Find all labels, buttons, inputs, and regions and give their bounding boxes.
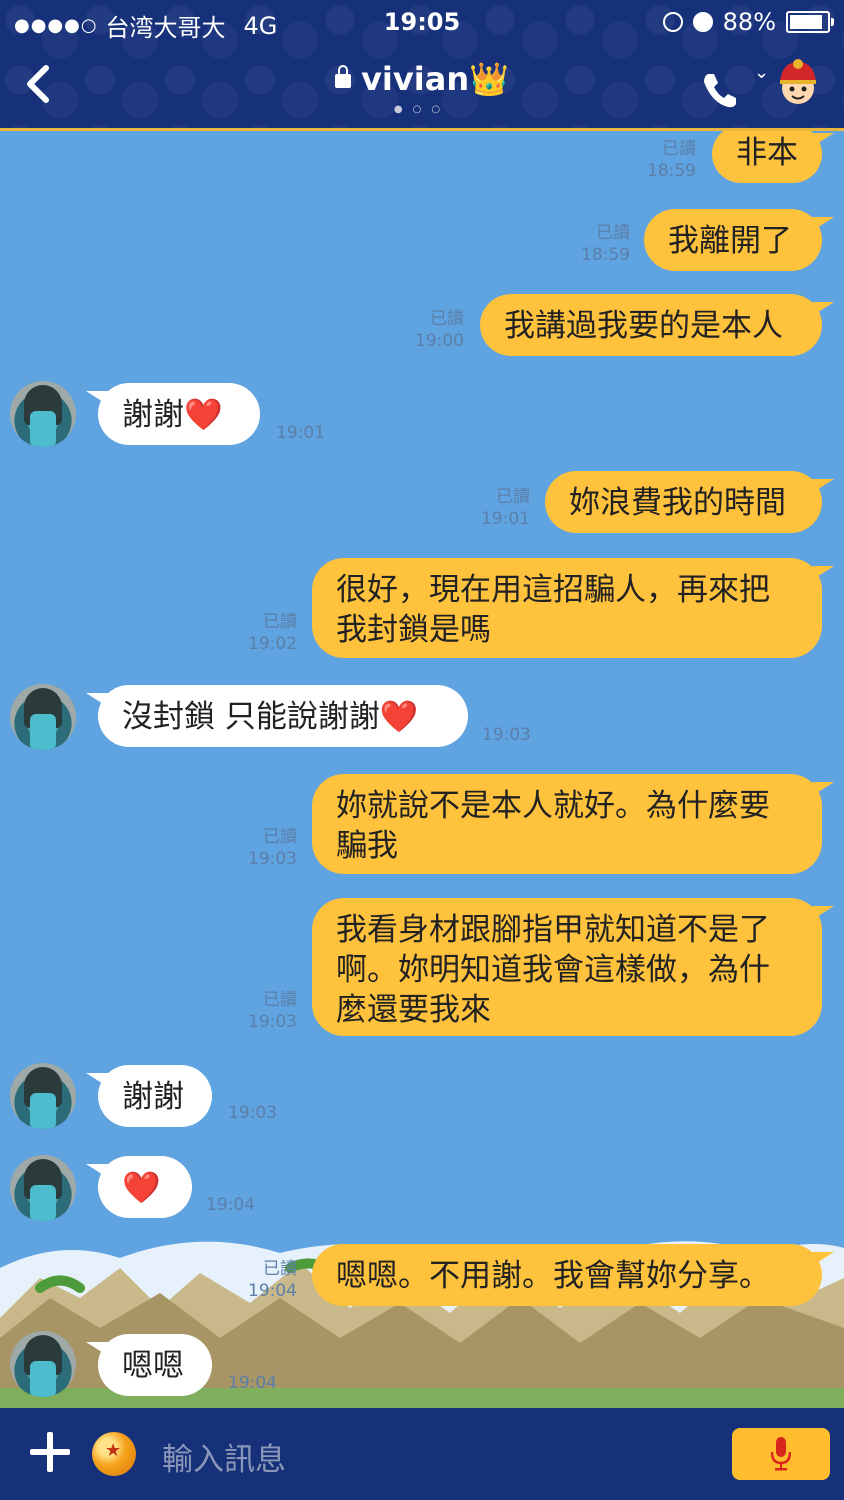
plus-icon[interactable] [30, 1432, 70, 1472]
message-time: 18:59 [581, 245, 630, 265]
message-time: 19:03 [482, 725, 531, 745]
chat-header: ●●●●○ 台湾大哥大 4G 19:05 88% vivian👑 ●○○ ⌄ [0, 0, 844, 131]
message-input-bar: 輸入訊息 [0, 1408, 844, 1500]
message-input[interactable]: 輸入訊息 [162, 1434, 286, 1479]
read-receipt: 已讀 [263, 827, 297, 847]
status-right: 88% [662, 8, 834, 36]
message-bubble[interactable]: 我離開了 [644, 209, 834, 271]
battery-percent: 88% [722, 8, 776, 36]
alarm-icon [692, 12, 713, 32]
message-time: 19:03 [228, 1103, 277, 1123]
message-bubble[interactable]: 很好，現在用這招騙人，再來把 我封鎖是嗎 [312, 558, 834, 658]
message-meta: 已讀 19:00 [394, 308, 464, 352]
chevron-down-icon[interactable]: ⌄ [754, 62, 769, 83]
message-bubble[interactable]: 妳浪費我的時間 [545, 471, 834, 533]
read-receipt: 已讀 [430, 309, 464, 329]
contact-avatar[interactable] [10, 1063, 76, 1129]
message-bubble[interactable]: 我看身材跟腳指甲就知道不是了 啊。妳明知道我會這樣做，為什 麼還要我來 [312, 898, 834, 1036]
read-receipt: 已讀 [496, 487, 530, 507]
message-bubble[interactable]: 沒封鎖 只能說謝謝❤️ [86, 685, 468, 747]
contact-avatar[interactable] [10, 1155, 76, 1221]
chat-area[interactable]: 已讀 18:59 非本 已讀 18:59 我離開了 已讀 19:00 我講過我要… [0, 131, 844, 1408]
message-bubble[interactable]: 嗯嗯。不用謝。我會幫妳分享。 [312, 1244, 834, 1306]
message-bubble[interactable]: 我講過我要的是本人 [480, 294, 834, 356]
message-time: 19:01 [481, 509, 530, 529]
message-meta: 已讀 18:59 [626, 138, 696, 182]
message-meta: 已讀 19:02 [227, 611, 297, 655]
read-receipt: 已讀 [263, 990, 297, 1010]
message-meta: 已讀 19:03 [227, 989, 297, 1033]
contact-name: vivian👑 [361, 60, 509, 98]
message-time: 19:04 [228, 1373, 277, 1393]
read-receipt: 已讀 [263, 612, 297, 632]
message-time: 18:59 [647, 161, 696, 181]
message-time: 19:03 [248, 849, 297, 869]
message-bubble[interactable]: 妳就說不是本人就好。為什麼要 騙我 [312, 774, 834, 874]
contact-avatar[interactable] [10, 1331, 76, 1397]
voice-message-button[interactable] [732, 1428, 830, 1480]
message-bubble[interactable]: 嗯嗯 [86, 1334, 212, 1396]
message-meta: 已讀 18:59 [560, 222, 630, 266]
message-time: 19:04 [206, 1195, 255, 1215]
status-bar: ●●●●○ 台湾大哥大 4G 19:05 88% [0, 0, 844, 44]
message-meta: 已讀 19:04 [227, 1258, 297, 1302]
message-time: 19:02 [248, 634, 297, 654]
read-receipt: 已讀 [263, 1259, 297, 1279]
contact-avatar[interactable] [10, 684, 76, 750]
contact-avatar[interactable] [10, 381, 76, 447]
rotation-lock-icon [662, 12, 683, 32]
lock-icon [335, 65, 352, 88]
microphone-icon [771, 1437, 791, 1471]
phone-call-icon[interactable] [700, 70, 740, 110]
message-time: 19:03 [248, 1012, 297, 1032]
read-receipt: 已讀 [662, 139, 696, 159]
message-meta: 已讀 19:01 [460, 486, 530, 530]
message-time: 19:00 [415, 331, 464, 351]
message-bubble[interactable]: 非本 [712, 131, 834, 183]
message-bubble[interactable]: ❤️ [86, 1156, 192, 1218]
message-time: 19:01 [276, 423, 325, 443]
battery-icon [786, 11, 834, 33]
profile-avatar-icon[interactable] [772, 58, 824, 110]
message-bubble[interactable]: 謝謝 [86, 1065, 212, 1127]
read-receipt: 已讀 [596, 223, 630, 243]
message-meta: 已讀 19:03 [227, 826, 297, 870]
message-bubble[interactable]: 謝謝❤️ [86, 383, 260, 445]
sticker-ball-icon[interactable] [92, 1432, 136, 1476]
message-time: 19:04 [248, 1281, 297, 1301]
